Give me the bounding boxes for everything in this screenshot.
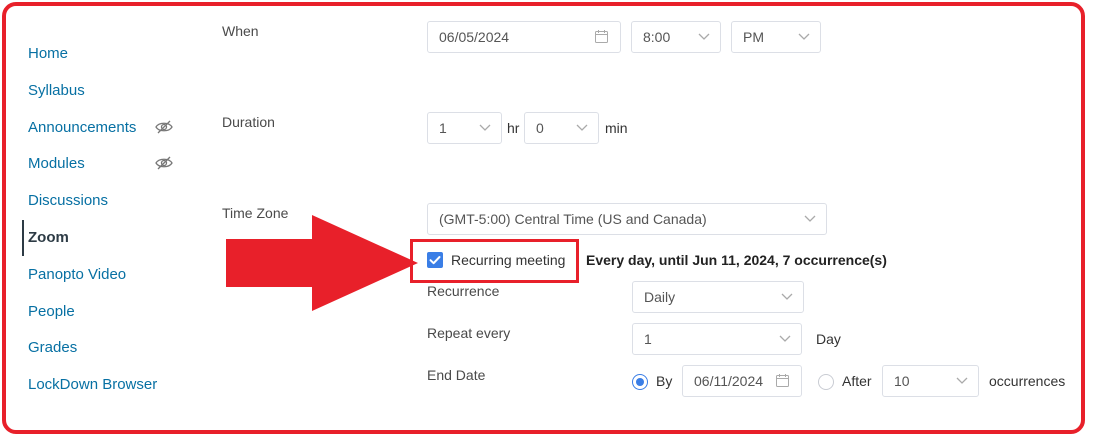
- recurrence-summary: Every day, until Jun 11, 2024, 7 occurre…: [586, 252, 887, 268]
- nav-modules[interactable]: Modules: [28, 155, 85, 172]
- chevron-down-icon: [479, 124, 491, 131]
- recurrence-select[interactable]: Daily: [632, 281, 804, 313]
- recurrence-label: Recurrence: [427, 283, 500, 299]
- end-after-radio[interactable]: [818, 374, 834, 390]
- chevron-down-icon: [781, 293, 793, 300]
- chevron-down-icon: [576, 124, 588, 131]
- ampm-select[interactable]: PM: [731, 21, 821, 53]
- active-indicator: [22, 220, 24, 256]
- end-by-date-input[interactable]: 06/11/2024: [682, 365, 802, 397]
- eye-off-icon: [155, 120, 173, 134]
- calendar-icon: [776, 374, 789, 387]
- minutes-unit: min: [605, 120, 628, 136]
- eye-off-icon: [155, 156, 173, 170]
- duration-minutes-select[interactable]: 0: [524, 112, 599, 144]
- chevron-down-icon: [804, 215, 816, 222]
- date-value: 06/05/2024: [439, 29, 510, 45]
- duration-hours-value: 1: [439, 120, 447, 136]
- date-input[interactable]: 06/05/2024: [427, 21, 621, 53]
- timezone-value: (GMT-5:00) Central Time (US and Canada): [439, 211, 707, 227]
- nav-announcements[interactable]: Announcements: [28, 119, 136, 136]
- end-date-label: End Date: [427, 367, 486, 383]
- nav-lockdown-browser[interactable]: LockDown Browser: [28, 376, 157, 393]
- occurrences-label: occurrences: [989, 373, 1066, 389]
- nav-people[interactable]: People: [28, 303, 75, 320]
- recurring-meeting-label[interactable]: Recurring meeting: [451, 252, 565, 268]
- nav-zoom[interactable]: Zoom: [28, 229, 69, 246]
- time-select[interactable]: 8:00: [631, 21, 721, 53]
- duration-minutes-value: 0: [536, 120, 544, 136]
- checkmark-icon: [429, 256, 441, 265]
- chevron-down-icon: [956, 377, 968, 384]
- recurrence-value: Daily: [644, 289, 676, 305]
- end-after-label: After: [842, 373, 872, 389]
- duration-hours-select[interactable]: 1: [427, 112, 502, 144]
- nav-discussions[interactable]: Discussions: [28, 192, 108, 209]
- chevron-down-icon: [779, 335, 791, 342]
- repeat-every-label: Repeat every: [427, 325, 511, 341]
- nav-home[interactable]: Home: [28, 45, 68, 62]
- repeat-every-select[interactable]: 1: [632, 323, 802, 355]
- calendar-icon: [595, 30, 608, 43]
- recurring-meeting-checkbox[interactable]: [427, 252, 443, 268]
- when-label: When: [222, 23, 259, 39]
- nav-panopto-video[interactable]: Panopto Video: [28, 266, 126, 283]
- hours-unit: hr: [507, 120, 520, 136]
- end-by-radio[interactable]: [632, 374, 648, 390]
- course-navigation: Home Syllabus Announcements Modules Disc…: [0, 0, 200, 442]
- nav-syllabus[interactable]: Syllabus: [28, 82, 85, 99]
- timezone-select[interactable]: (GMT-5:00) Central Time (US and Canada): [427, 203, 827, 235]
- end-by-label: By: [656, 373, 673, 389]
- chevron-down-icon: [698, 33, 710, 40]
- chevron-down-icon: [798, 33, 810, 40]
- duration-label: Duration: [222, 114, 275, 130]
- end-after-count-select[interactable]: 10: [882, 365, 979, 397]
- repeat-unit: Day: [816, 331, 841, 347]
- repeat-every-value: 1: [644, 331, 652, 347]
- red-arrow-annotation: [226, 215, 418, 311]
- nav-grades[interactable]: Grades: [28, 339, 77, 356]
